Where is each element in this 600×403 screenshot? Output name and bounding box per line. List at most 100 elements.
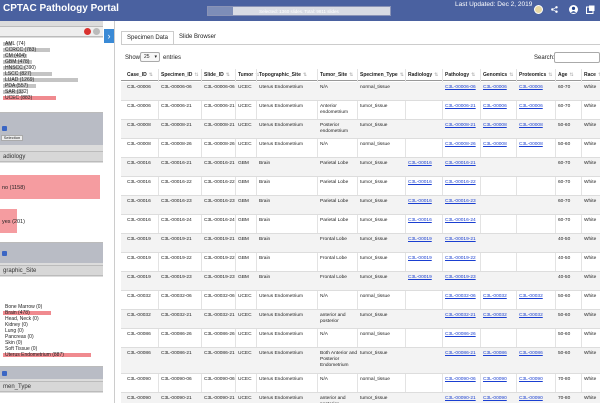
column-header[interactable]: Age ⇅ <box>558 72 574 78</box>
table-cell-link[interactable]: C3L-00032 <box>519 294 556 300</box>
table-cell-link[interactable]: C3L-00016-21 <box>445 161 481 167</box>
column-header[interactable]: Specimen_ID ⇅ <box>161 72 199 78</box>
table-cell-link[interactable]: C3L-00032 <box>519 313 556 319</box>
site-item[interactable]: Uterus Endometrium (887) <box>5 352 64 358</box>
table-cell-link[interactable]: C3L-00008 <box>483 123 517 129</box>
table-cell-link[interactable]: C3L-00019 <box>408 256 443 262</box>
table-cell-link[interactable]: C3L-00006 <box>519 85 556 91</box>
table-cell-link[interactable]: C3L-00019-23 <box>445 275 481 281</box>
account-icon[interactable] <box>569 5 578 14</box>
site-panel-title: graphic_Site <box>3 268 37 274</box>
table-cell: UCEC <box>238 104 252 109</box>
selection-button[interactable]: Selection <box>1 135 23 141</box>
table-cell-link[interactable]: C3L-00019 <box>408 237 443 243</box>
table-cell-link[interactable]: C3L-00016 <box>408 161 443 167</box>
table-cell-link[interactable]: C3L-00086 <box>519 351 556 357</box>
tab-specimen-data[interactable]: Specimen Data <box>121 31 175 44</box>
table-cell-link[interactable]: C3L-00019-22 <box>445 256 481 262</box>
column-header[interactable]: Genomics ⇅ <box>483 72 513 78</box>
table-cell-link[interactable]: C3L-00016-24 <box>445 218 481 224</box>
table-cell-link[interactable]: C3L-00090 <box>483 396 517 402</box>
table-cell-link[interactable]: C3L-00086 <box>483 351 517 357</box>
tumor-item[interactable]: UCEC (883) <box>5 95 32 101</box>
column-header[interactable]: Case_ID ⇅ <box>127 72 153 78</box>
sort-icon[interactable]: ⇅ <box>400 72 404 78</box>
checkbox-icon[interactable] <box>2 251 7 256</box>
sort-icon[interactable]: ⇅ <box>548 72 552 78</box>
table-cell-link[interactable]: C3L-00006 <box>483 104 517 110</box>
page-size-select[interactable]: 25 ▾ <box>140 52 160 62</box>
sort-icon[interactable]: ⇅ <box>471 72 475 78</box>
table-cell-link[interactable]: C3L-00086-26 <box>445 332 481 338</box>
table-cell: C3L-00019-23 <box>204 275 235 280</box>
column-header[interactable]: Tumor_Site ⇅ <box>320 72 353 78</box>
table-cell-link[interactable]: C3L-00008 <box>519 123 556 129</box>
column-header[interactable]: Proteomics ⇅ <box>519 72 552 78</box>
table-cell-link[interactable]: C3L-00006-06 <box>445 85 481 91</box>
table-cell-link[interactable]: C3L-00090-21 <box>445 396 481 402</box>
sort-icon[interactable]: ⇅ <box>569 72 573 78</box>
column-header[interactable]: Race⇅ <box>584 72 600 78</box>
share-icon[interactable] <box>551 6 558 13</box>
table-cell: GBM <box>238 180 249 185</box>
radiology-item[interactable]: yes (201) <box>2 219 25 225</box>
show-label: Show <box>125 55 141 61</box>
column-header[interactable]: Specimen_Type ⇅ <box>360 72 404 78</box>
sort-icon[interactable]: ⇅ <box>509 72 513 78</box>
table-cell-link[interactable]: C3L-00016 <box>408 199 443 205</box>
table-cell: tumor_tissue <box>360 256 388 261</box>
table-cell-link[interactable]: C3L-00016 <box>408 180 443 186</box>
table-cell-link[interactable]: C3L-00086-21 <box>445 351 481 357</box>
table-cell: C3L-00090 <box>127 396 151 401</box>
sort-icon[interactable]: ⇅ <box>194 72 198 78</box>
table-cell: C3L-00032 <box>127 294 151 299</box>
table-cell-link[interactable]: C3L-00008-26 <box>445 142 481 148</box>
table-cell-link[interactable]: C3L-00019 <box>408 275 443 281</box>
table-cell-link[interactable]: C3L-00090-06 <box>445 377 481 383</box>
column-header[interactable]: Slide_ID ⇅ <box>204 72 230 78</box>
table-cell: 70-80 <box>558 396 571 401</box>
column-header[interactable]: Pathology ⇅ <box>445 72 475 78</box>
table-cell-link[interactable]: C3L-00090 <box>483 377 517 383</box>
table-cell-link[interactable]: C3L-00008 <box>519 142 556 148</box>
table-cell-link[interactable]: C3L-00032-21 <box>445 313 481 319</box>
table-cell: UCEC <box>238 123 252 128</box>
column-header[interactable]: Radiology ⇅ <box>408 72 438 78</box>
minimize-icon[interactable] <box>93 28 100 35</box>
table-cell-link[interactable]: C3L-00016-23 <box>445 199 481 205</box>
table-cell-link[interactable]: C3L-00008 <box>483 142 517 148</box>
table-cell-link[interactable]: C3L-00090 <box>519 377 556 383</box>
radiology-panel-header: adiology <box>0 151 103 162</box>
radiology-item[interactable]: no (1158) <box>2 185 25 191</box>
tab-slide-browser[interactable]: Slide Browser <box>174 31 221 44</box>
table-cell-link[interactable]: C3L-00006 <box>519 104 556 110</box>
close-icon[interactable] <box>84 28 91 35</box>
sidebar-toggle-button[interactable]: › <box>104 29 114 43</box>
table-cell-link[interactable]: C3L-00032 <box>483 294 517 300</box>
table-cell-link[interactable]: C3L-00008-21 <box>445 123 481 129</box>
table-cell-link[interactable]: C3L-00090 <box>519 396 556 402</box>
table-cell-link[interactable]: C3L-00016-22 <box>445 180 481 186</box>
table-cell-link[interactable]: C3L-00032 <box>483 313 517 319</box>
table-cell: C3L-00086-26 <box>204 332 235 337</box>
user-icon[interactable] <box>534 5 543 14</box>
sort-icon[interactable]: ⇅ <box>149 72 153 78</box>
external-link-icon[interactable] <box>586 5 595 14</box>
sort-icon[interactable]: ⇅ <box>303 72 307 78</box>
search-input[interactable] <box>554 52 600 63</box>
checkbox-icon[interactable] <box>2 126 7 131</box>
table-cell-link[interactable]: C3L-00006 <box>483 85 517 91</box>
sort-icon[interactable]: ⇅ <box>226 72 230 78</box>
table-cell-link[interactable]: C3L-00019-21 <box>445 237 481 243</box>
table-cell-link[interactable]: C3L-00006-21 <box>445 104 481 110</box>
table-cell: 70-80 <box>558 377 571 382</box>
column-header[interactable]: Topographic_Site ⇅ <box>259 72 307 78</box>
table-row: C3L-00008 C3L-00008-21 C3L-00008-21 UCEC Ute… <box>121 120 600 139</box>
table-cell-link[interactable]: C3L-00032-06 <box>445 294 481 300</box>
checkbox-icon[interactable] <box>2 371 7 376</box>
table-cell-link[interactable]: C3L-00016 <box>408 218 443 224</box>
sort-icon[interactable]: ⇅ <box>349 72 353 78</box>
table-cell: Uterus Endometrium <box>259 142 303 147</box>
table-cell: C3L-00019 <box>127 275 151 280</box>
sort-icon[interactable]: ⇅ <box>434 72 438 78</box>
